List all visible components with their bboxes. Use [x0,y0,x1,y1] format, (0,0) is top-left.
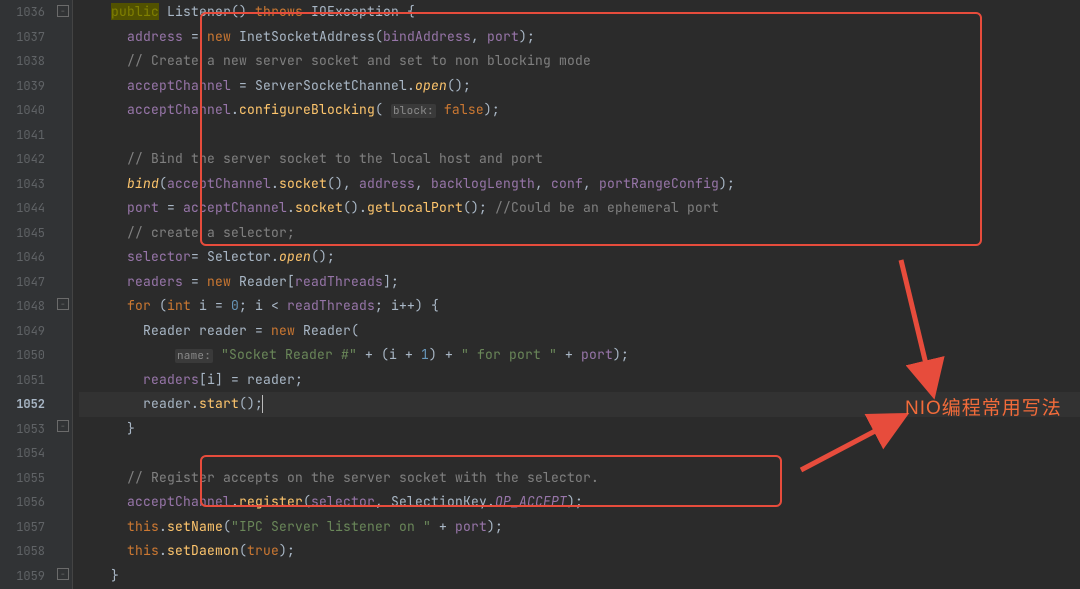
code-line[interactable]: port = acceptChannel.socket().getLocalPo… [79,196,1080,221]
code-line[interactable]: } [79,417,1080,442]
line-number: 1050 [0,343,45,368]
line-number: 1059 [0,564,45,589]
line-number: 1055 [0,466,45,491]
line-number: 1043 [0,172,45,197]
line-number: 1054 [0,441,45,466]
code-line[interactable]: readers = new Reader[readThreads]; [79,270,1080,295]
fold-column: − − − − [55,0,73,589]
code-line[interactable]: acceptChannel = ServerSocketChannel.open… [79,74,1080,99]
line-number: 1051 [0,368,45,393]
line-number: 1045 [0,221,45,246]
code-line[interactable]: public Listener() throws IOException { [79,0,1080,25]
text-caret [262,395,263,413]
code-line[interactable]: // create a selector; [79,221,1080,246]
parameter-hint: name: [175,349,213,363]
line-number: 1044 [0,196,45,221]
code-line[interactable]: this.setName("IPC Server listener on " +… [79,515,1080,540]
code-line[interactable]: selector= Selector.open(); [79,245,1080,270]
line-number: 1041 [0,123,45,148]
code-line[interactable]: readers[i] = reader; [79,368,1080,393]
code-line[interactable] [79,123,1080,148]
fold-toggle-icon[interactable]: − [57,420,69,432]
code-line[interactable]: this.setDaemon(true); [79,539,1080,564]
code-line[interactable]: // Create a new server socket and set to… [79,49,1080,74]
line-number: 1036 [0,0,45,25]
fold-toggle-icon[interactable]: − [57,568,69,580]
line-number: 1047 [0,270,45,295]
code-line[interactable]: } [79,564,1080,589]
code-area[interactable]: public Listener() throws IOException { a… [73,0,1080,589]
parameter-hint: block: [391,104,436,118]
code-line[interactable]: // Register accepts on the server socket… [79,466,1080,491]
line-number-gutter: 1036 1037 1038 1039 1040 1041 1042 1043 … [0,0,55,589]
code-line[interactable]: for (int i = 0; i < readThreads; i++) { [79,294,1080,319]
line-number: 1039 [0,74,45,99]
code-line[interactable]: acceptChannel.register(selector, Selecti… [79,490,1080,515]
line-number: 1057 [0,515,45,540]
annotation-text: NIO编程常用写法 [905,393,1062,420]
fold-toggle-icon[interactable]: − [57,5,69,17]
code-line[interactable]: // Bind the server socket to the local h… [79,147,1080,172]
line-number: 1048 [0,294,45,319]
line-number: 1046 [0,245,45,270]
code-line[interactable]: acceptChannel.configureBlocking( block: … [79,98,1080,123]
code-editor[interactable]: 1036 1037 1038 1039 1040 1041 1042 1043 … [0,0,1080,589]
fold-toggle-icon[interactable]: − [57,298,69,310]
line-number: 1056 [0,490,45,515]
code-line[interactable]: address = new InetSocketAddress(bindAddr… [79,25,1080,50]
line-number: 1058 [0,539,45,564]
code-line[interactable]: Reader reader = new Reader( [79,319,1080,344]
line-number: 1049 [0,319,45,344]
line-number: 1037 [0,25,45,50]
line-number: 1053 [0,417,45,442]
line-number-current: 1052 [0,392,45,417]
code-line[interactable] [79,441,1080,466]
code-line[interactable]: name: "Socket Reader #" + (i + 1) + " fo… [79,343,1080,368]
code-line[interactable]: bind(acceptChannel.socket(), address, ba… [79,172,1080,197]
line-number: 1042 [0,147,45,172]
line-number: 1038 [0,49,45,74]
line-number: 1040 [0,98,45,123]
